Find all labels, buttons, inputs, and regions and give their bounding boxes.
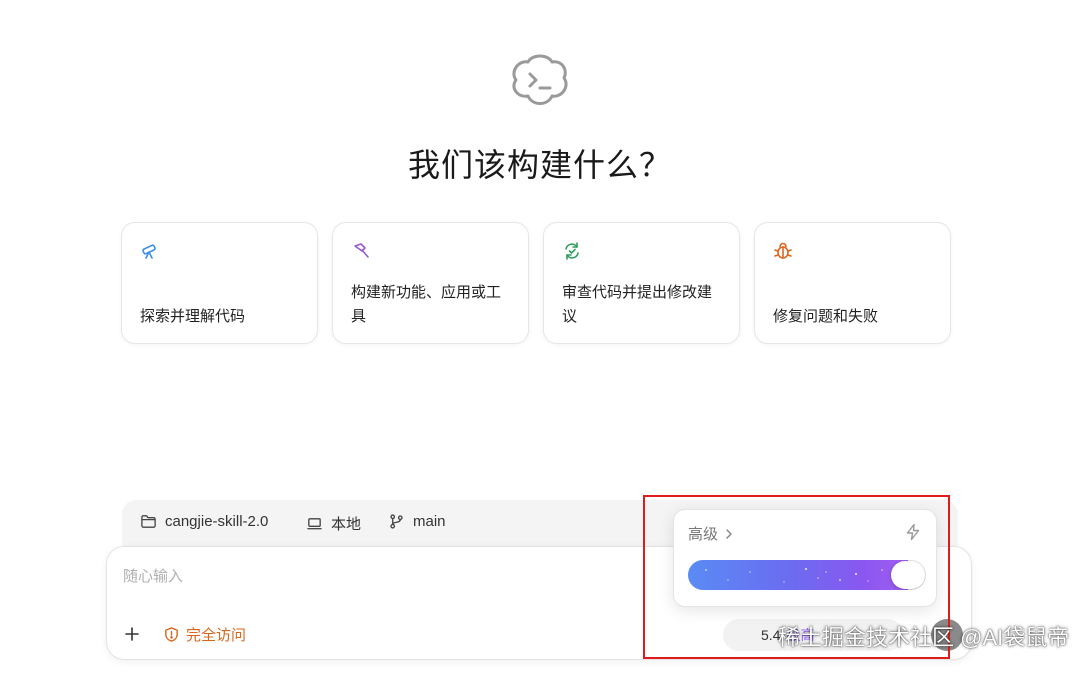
terminal-cloud-logo-icon xyxy=(512,54,568,105)
watermark: 稀土掘金技术社区 @AI袋鼠帝 xyxy=(778,620,1069,652)
access-mode-label: 完全访问 xyxy=(186,627,247,644)
chevron-right-icon xyxy=(726,528,732,539)
popover-title: 高级 xyxy=(688,526,719,543)
bug-icon xyxy=(774,242,792,259)
advanced-settings-link[interactable]: 高级 xyxy=(688,523,734,544)
suggestion-card-label: 审查代码并提出修改建议 xyxy=(562,284,713,325)
git-branch-icon xyxy=(390,514,403,529)
environment-label: 本地 xyxy=(331,516,362,533)
suggestion-card-explore[interactable]: 探索并理解代码 xyxy=(121,222,318,344)
lightning-icon[interactable] xyxy=(904,523,922,541)
review-arrows-icon xyxy=(565,242,579,260)
suggestion-card-review[interactable]: 审查代码并提出修改建议 xyxy=(543,222,740,344)
telescope-icon xyxy=(142,244,156,259)
add-attachment-button[interactable] xyxy=(121,623,143,645)
project-folder-label: cangjie-skill-2.0 xyxy=(165,513,269,530)
reasoning-level-slider[interactable] xyxy=(688,560,926,590)
suggestion-card-label: 修复问题和失败 xyxy=(773,308,879,325)
branch-selector[interactable]: main xyxy=(388,513,446,530)
suggestion-card-label: 构建新功能、应用或工具 xyxy=(351,284,502,325)
plus-icon xyxy=(125,627,139,641)
environment-selector[interactable]: 本地 xyxy=(306,513,361,534)
slider-knob[interactable] xyxy=(891,561,925,589)
branch-label: main xyxy=(413,513,446,530)
laptop-icon xyxy=(307,518,322,530)
project-folder-selector[interactable]: cangjie-skill-2.0 xyxy=(140,513,268,530)
suggestion-card-label: 探索并理解代码 xyxy=(140,308,246,325)
watermark-text: 稀土掘金技术社区 @AI袋鼠帝 xyxy=(778,625,1070,650)
warning-shield-icon xyxy=(165,627,178,642)
prompt-input[interactable] xyxy=(121,561,645,591)
access-mode-button[interactable]: 完全访问 xyxy=(163,624,246,645)
reasoning-popover: 高级 xyxy=(673,509,937,607)
suggestion-cards: 探索并理解代码 构建新功能、应用或工具 审查代码并提出修改建议 修复问题和失败 xyxy=(121,222,951,344)
hammer-icon xyxy=(354,243,369,258)
page-title: 我们该构建什么？ xyxy=(407,147,672,183)
suggestion-card-fix[interactable]: 修复问题和失败 xyxy=(754,222,951,344)
suggestion-card-build[interactable]: 构建新功能、应用或工具 xyxy=(332,222,529,344)
folder-icon xyxy=(141,515,156,528)
